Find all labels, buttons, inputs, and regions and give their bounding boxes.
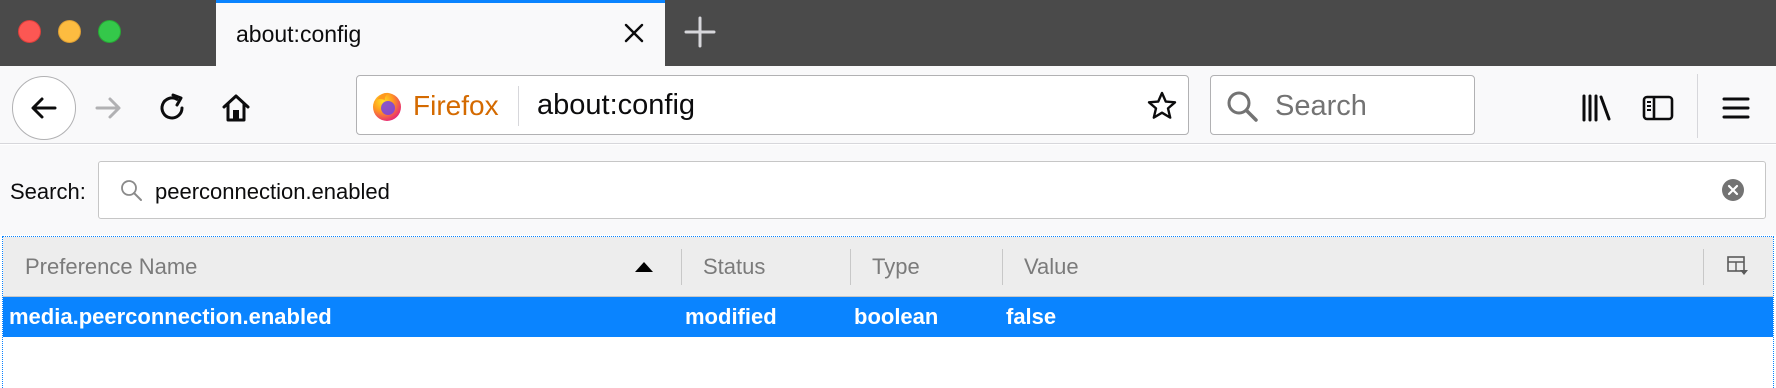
- tree-header: Preference Name Status Type Value: [3, 237, 1773, 297]
- star-icon[interactable]: [1146, 90, 1178, 122]
- sort-ascending-icon: [635, 262, 653, 272]
- column-header-type[interactable]: Type: [872, 237, 920, 297]
- home-icon: [222, 94, 250, 122]
- column-header-status[interactable]: Status: [703, 237, 765, 297]
- url-input[interactable]: about:config: [537, 89, 695, 122]
- config-search-row: Search: peerconnection.enabled: [0, 145, 1776, 235]
- cell-preference-name: media.peerconnection.enabled: [9, 304, 332, 329]
- sidebar-button[interactable]: [1636, 86, 1680, 130]
- url-bar[interactable]: Firefox about:config: [356, 75, 1189, 135]
- library-button[interactable]: [1574, 86, 1618, 130]
- tab-strip: about:config: [0, 0, 1776, 66]
- firefox-logo-icon: [373, 92, 401, 121]
- home-button[interactable]: [214, 86, 258, 130]
- search-icon: [1227, 91, 1258, 122]
- menu-button[interactable]: [1714, 86, 1758, 130]
- filter-value[interactable]: peerconnection.enabled: [155, 179, 390, 205]
- window-close-button[interactable]: [18, 20, 41, 43]
- sidebar-icon: [1642, 95, 1674, 121]
- column-divider: [1703, 249, 1704, 285]
- back-arrow-icon: [31, 97, 57, 119]
- back-button[interactable]: [12, 76, 76, 140]
- close-icon[interactable]: [617, 16, 651, 50]
- clear-icon[interactable]: [1721, 178, 1745, 202]
- window-minimize-button[interactable]: [58, 20, 81, 43]
- hamburger-menu-icon: [1722, 97, 1750, 119]
- reload-icon: [160, 93, 184, 120]
- cell-type: boolean: [854, 304, 939, 329]
- column-picker-icon[interactable]: [1727, 255, 1749, 277]
- reload-button[interactable]: [150, 86, 194, 130]
- column-divider[interactable]: [681, 249, 682, 285]
- column-divider[interactable]: [850, 249, 851, 285]
- search-placeholder: Search: [1275, 90, 1367, 122]
- identity-label[interactable]: Firefox: [413, 90, 499, 122]
- preferences-tree[interactable]: Preference Name Status Type Value media.…: [2, 236, 1774, 388]
- column-header-preference-name[interactable]: Preference Name: [25, 237, 197, 297]
- column-header-value[interactable]: Value: [1024, 237, 1079, 297]
- tab-title: about:config: [236, 21, 362, 47]
- cell-status: modified: [685, 304, 777, 329]
- forward-button[interactable]: [86, 86, 130, 130]
- search-bar[interactable]: Search: [1210, 75, 1475, 135]
- search-icon: [121, 180, 142, 201]
- toolbar-separator: [1697, 74, 1698, 138]
- search-label: Search:: [10, 179, 86, 204]
- plus-icon[interactable]: [680, 12, 720, 52]
- nav-toolbar: Firefox about:config Search: [0, 66, 1776, 144]
- cell-value: false: [1006, 304, 1057, 329]
- filter-input[interactable]: peerconnection.enabled: [98, 161, 1766, 219]
- window-zoom-button[interactable]: [98, 20, 121, 43]
- column-divider[interactable]: [1002, 249, 1003, 285]
- library-icon: [1582, 94, 1611, 122]
- url-separator: [518, 86, 519, 126]
- forward-arrow-icon: [95, 97, 121, 119]
- table-row[interactable]: media.peerconnection.enabled modified bo…: [3, 297, 1773, 337]
- tab-about-config[interactable]: about:config: [216, 0, 665, 66]
